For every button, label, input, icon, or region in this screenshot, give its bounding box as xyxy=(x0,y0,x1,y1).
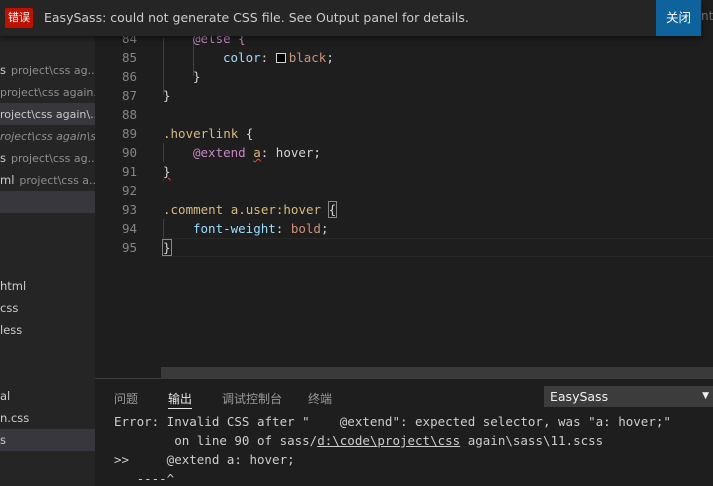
indent-guide xyxy=(163,219,164,238)
output-line: Error: Invalid CSS after " @extend": exp… xyxy=(114,414,671,429)
error-badge: 错误 xyxy=(5,8,33,28)
line-number: 90 xyxy=(121,145,137,160)
file-path: roject\css again\s... xyxy=(0,130,95,143)
text-cursor xyxy=(170,240,172,255)
code-line: @extend a: hover; xyxy=(193,145,321,160)
file-path: project\css a... xyxy=(19,174,95,187)
color-swatch-icon[interactable] xyxy=(275,53,286,63)
notification-message: EasySass: could not generate CSS file. S… xyxy=(44,10,469,25)
file-path: roject\css again\... xyxy=(0,108,95,121)
file-name: s xyxy=(0,151,6,165)
code-line: .comment a.user:hover { xyxy=(163,201,338,218)
line-number: 86 xyxy=(121,69,137,84)
obscured-text: ntr xyxy=(701,9,713,23)
output-line: >> @extend a: hover; xyxy=(114,452,295,467)
indent-guide xyxy=(163,143,164,162)
file-name: al xyxy=(0,389,11,403)
sidebar-section-divider xyxy=(0,191,95,213)
file-link[interactable]: d:\code\project\css xyxy=(317,433,460,448)
open-editor-item[interactable]: project\css again... xyxy=(0,81,95,103)
open-editor-item[interactable]: s project\css ag... xyxy=(0,147,95,169)
output-channel-value: EasySass xyxy=(550,389,609,404)
output-line: on line 90 of sass/d:\code\project\css a… xyxy=(114,433,604,448)
current-line-highlight xyxy=(161,238,713,257)
open-editor-item[interactable]: roject\css again\... xyxy=(0,103,95,125)
line-number: 95 xyxy=(121,240,137,255)
file-item[interactable]: al xyxy=(0,385,95,407)
line-number: 92 xyxy=(121,183,137,198)
close-button[interactable]: 关闭 xyxy=(656,0,701,36)
output-channel-select[interactable]: EasySass ▼ xyxy=(544,386,713,407)
horizontal-scrollbar[interactable] xyxy=(161,367,713,378)
file-path: project\css ag... xyxy=(11,64,95,77)
code-line: } xyxy=(163,164,171,179)
code-line: } xyxy=(163,88,171,103)
code-line: font-weight: bold; xyxy=(193,221,329,236)
error-notification: 错误 EasySass: could not generate CSS file… xyxy=(0,0,701,36)
code-line: } xyxy=(162,239,172,256)
file-item[interactable]: css xyxy=(0,297,95,319)
line-number: 87 xyxy=(121,88,137,103)
file-item[interactable]: html xyxy=(0,275,95,297)
file-item-selected[interactable]: s xyxy=(0,429,95,451)
tab-output[interactable]: 输出 xyxy=(168,389,193,409)
file-name: css xyxy=(0,301,19,315)
open-editor-item[interactable]: roject\css again\s... xyxy=(0,125,95,147)
line-number: 85 xyxy=(121,50,137,65)
open-editor-item[interactable]: ml project\css a... xyxy=(0,169,95,191)
error-squiggle: a xyxy=(253,145,261,160)
code-line: .hoverlink { xyxy=(163,126,254,141)
file-name: html xyxy=(0,279,27,293)
file-name: less xyxy=(0,323,23,337)
file-item[interactable]: n.css xyxy=(0,407,95,429)
tab-problems[interactable]: 问题 xyxy=(114,389,138,409)
tab-debug-console[interactable]: 调试控制台 xyxy=(222,389,282,409)
output-line: ----^ xyxy=(114,471,175,486)
output-panel: 问题 输出 调试控制台 终端 EasySass ▼ Error: Invalid… xyxy=(95,378,713,486)
line-number: 89 xyxy=(121,126,137,141)
explorer-sidebar: s project\css ag... project\css again... … xyxy=(0,0,95,486)
file-name: ml xyxy=(0,173,15,187)
file-path: project\css ag... xyxy=(11,152,95,165)
line-number: 91 xyxy=(121,164,137,179)
file-path: project\css again... xyxy=(0,86,95,99)
file-name: n.css xyxy=(0,411,30,425)
file-name: s xyxy=(0,63,6,77)
code-line: } xyxy=(193,69,201,84)
line-number: 88 xyxy=(121,107,137,122)
line-number: 93 xyxy=(121,202,137,217)
chevron-down-icon: ▼ xyxy=(702,391,709,401)
tab-terminal[interactable]: 终端 xyxy=(308,389,332,409)
code-line: color: black; xyxy=(223,50,334,65)
file-item[interactable]: less xyxy=(0,319,95,341)
file-name: s xyxy=(0,433,6,447)
open-editor-item[interactable]: s project\css ag... xyxy=(0,59,95,81)
line-number: 94 xyxy=(121,221,137,236)
code-editor[interactable]: 84 85 86 87 88 89 90 91 92 93 94 95 @els… xyxy=(95,0,713,378)
